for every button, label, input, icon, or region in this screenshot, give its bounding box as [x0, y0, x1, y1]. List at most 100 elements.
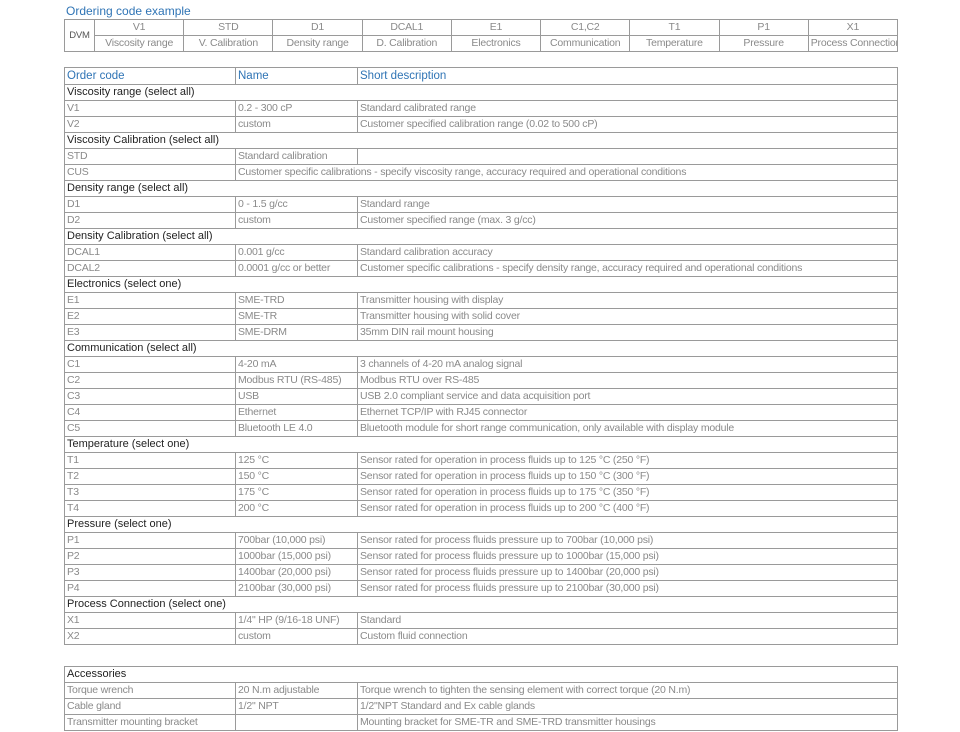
order-code-cell: DCAL1	[64, 244, 236, 261]
ordering-code-cell: X1	[807, 19, 899, 36]
section-title: Pressure (select one)	[64, 516, 898, 533]
table-row: D2 custom Customer specified range (max. 3…	[64, 212, 898, 229]
accessory-spec-cell	[235, 714, 358, 731]
table-row: Cable gland 1/2" NPT 1/2"NPT Standard and …	[64, 698, 898, 715]
table-row: P4 2100bar (30,000 psi) Sensor rated for p…	[64, 580, 898, 597]
accessories-header-row: Accessories	[64, 666, 898, 683]
column-header: Order code	[64, 67, 236, 85]
name-cell: 0 - 1.5 g/cc	[235, 196, 358, 213]
description-cell: Sensor rated for operation in process fl…	[357, 468, 898, 485]
name-cell: Customer specific calibrations - specify…	[235, 164, 898, 181]
description-cell: Transmitter housing with display	[357, 292, 898, 309]
description-cell: Standard calibration accuracy	[357, 244, 898, 261]
table-row: P3 1400bar (20,000 psi) Sensor rated for p…	[64, 564, 898, 581]
table-row: C1 4-20 mA 3 channels of 4-20 mA analog si…	[64, 356, 898, 373]
ordering-name-cell: Temperature	[629, 35, 720, 52]
order-code-cell: E1	[64, 292, 236, 309]
name-cell: 4-20 mA	[235, 356, 358, 373]
order-code-cell: T1	[64, 452, 236, 469]
section-header-row: Pressure (select one)	[64, 516, 898, 533]
description-cell: Ethernet TCP/IP with RJ45 connector	[357, 404, 898, 421]
order-code-cell: T2	[64, 468, 236, 485]
name-cell: 1000bar (15,000 psi)	[235, 548, 358, 565]
order-code-cell: V2	[64, 116, 236, 133]
name-cell: Ethernet	[235, 404, 358, 421]
section-header-row: Temperature (select one)	[64, 436, 898, 453]
ordering-code-title: Ordering code example	[66, 4, 191, 18]
order-code-cell: D2	[64, 212, 236, 229]
name-cell: 125 °C	[235, 452, 358, 469]
description-cell: Sensor rated for operation in process fl…	[357, 500, 898, 517]
table-row: CUS Customer specific calibrations - spec…	[64, 164, 898, 181]
table-row: V2 custom Customer specified calibration r…	[64, 116, 898, 133]
ordering-code-cell: D1	[272, 19, 363, 36]
description-cell: 3 channels of 4-20 mA analog signal	[357, 356, 898, 373]
section-title: Communication (select all)	[64, 340, 898, 357]
description-cell: Customer specified calibration range (0.…	[357, 116, 898, 133]
table-row: DCAL2 0.0001 g/cc or better Customer speci…	[64, 260, 898, 277]
ordering-name-cell: Pressure	[718, 35, 809, 52]
order-code-cell: X1	[64, 612, 236, 629]
ordering-code-example-table: DVM V1 STD D1 DCAL1 E1 C1,C2 T1 P1 X1 Viscosity ra…	[64, 19, 899, 52]
ordering-code-cell: DCAL1	[361, 19, 452, 36]
order-code-cell: P2	[64, 548, 236, 565]
order-code-cell: P3	[64, 564, 236, 581]
ordering-name-cell: D. Calibration	[361, 35, 452, 52]
order-code-cell: C1	[64, 356, 236, 373]
table-row: V1 0.2 - 300 cP Standard calibrated range	[64, 100, 898, 117]
section-title: Viscosity range (select all)	[64, 84, 898, 101]
name-cell: Modbus RTU (RS-485)	[235, 372, 358, 389]
table-row: C4 Ethernet Ethernet TCP/IP with RJ45 conn…	[64, 404, 898, 421]
description-cell: Customer specific calibrations - specify…	[357, 260, 898, 277]
table-row: E1 SME-TRD Transmitter housing with displa…	[64, 292, 898, 309]
table-row: E2 SME-TR Transmitter housing with solid c…	[64, 308, 898, 325]
column-header: Short description	[357, 67, 898, 85]
ordering-code-cell: T1	[629, 19, 720, 36]
ordering-code-cell: E1	[450, 19, 542, 36]
ordering-name-cell: Electronics	[450, 35, 542, 52]
table-row: Torque wrench 20 N.m adjustable Torque wre…	[64, 682, 898, 699]
name-cell: 0.001 g/cc	[235, 244, 358, 261]
name-cell: SME-TRD	[235, 292, 358, 309]
name-cell: 1/4" HP (9/16-18 UNF)	[235, 612, 358, 629]
accessory-name-cell: Transmitter mounting bracket	[64, 714, 236, 731]
column-header: Name	[235, 67, 358, 85]
section-title: Temperature (select one)	[64, 436, 898, 453]
order-code-cell: STD	[64, 148, 236, 165]
section-title: Viscosity Calibration (select all)	[64, 132, 898, 149]
description-cell: Sensor rated for operation in process fl…	[357, 452, 898, 469]
table-row: C2 Modbus RTU (RS-485) Modbus RTU over RS-…	[64, 372, 898, 389]
name-cell: Standard calibration	[235, 148, 358, 165]
table-row: T4 200 °C Sensor rated for operation in pr…	[64, 500, 898, 517]
ordering-name-cell: V. Calibration	[183, 35, 274, 52]
name-cell: custom	[235, 116, 358, 133]
description-cell	[357, 148, 898, 165]
description-cell: Standard	[357, 612, 898, 629]
accessories-title: Accessories	[64, 666, 898, 683]
name-cell: 0.0001 g/cc or better	[235, 260, 358, 277]
section-header-row: Process Connection (select one)	[64, 596, 898, 613]
ordering-name-row: Viscosity range V. Calibration Density ran…	[65, 35, 899, 52]
name-cell: Bluetooth LE 4.0	[235, 420, 358, 437]
name-cell: 150 °C	[235, 468, 358, 485]
section-header-row: Communication (select all)	[64, 340, 898, 357]
table-row: C5 Bluetooth LE 4.0 Bluetooth module for s…	[64, 420, 898, 437]
table-row: P2 1000bar (15,000 psi) Sensor rated for p…	[64, 548, 898, 565]
table-row: T1 125 °C Sensor rated for operation in pr…	[64, 452, 898, 469]
name-cell: SME-TR	[235, 308, 358, 325]
accessory-spec-cell: 1/2" NPT	[235, 698, 358, 715]
table-row: X1 1/4" HP (9/16-18 UNF) Standard	[64, 612, 898, 629]
order-code-cell: T4	[64, 500, 236, 517]
order-code-cell: V1	[64, 100, 236, 117]
ordering-code-prefix: DVM	[64, 19, 95, 52]
description-cell: Sensor rated for process fluids pressure…	[357, 548, 898, 565]
order-code-cell: C5	[64, 420, 236, 437]
section-header-row: Density Calibration (select all)	[64, 228, 898, 245]
ordering-code-row: DVM V1 STD D1 DCAL1 E1 C1,C2 T1 P1 X1	[64, 19, 899, 52]
accessories-table: Accessories Torque wrench 20 N.m adjustabl…	[64, 666, 898, 731]
section-title: Density Calibration (select all)	[64, 228, 898, 245]
section-header-row: Electronics (select one)	[64, 276, 898, 293]
description-cell: Modbus RTU over RS-485	[357, 372, 898, 389]
table-row: T2 150 °C Sensor rated for operation in pr…	[64, 468, 898, 485]
order-code-cell: E3	[64, 324, 236, 341]
